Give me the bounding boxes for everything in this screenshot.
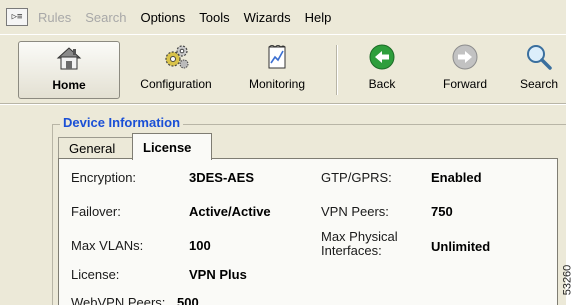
search-button[interactable]: Search [512,41,566,99]
monitoring-button[interactable]: Monitoring [232,41,322,99]
monitoring-label: Monitoring [248,77,306,91]
configuration-button[interactable]: Configuration [130,41,222,99]
tab-license[interactable]: License [132,133,212,160]
back-arrow-icon [368,43,396,71]
max-physical-interfaces-label-line2: Interfaces: [321,243,382,258]
max-physical-interfaces-label-line1: Max Physical [321,229,398,244]
encryption-label: Encryption: [71,170,137,185]
monitor-chart-icon [263,43,291,71]
menu-rules[interactable]: Rules [38,10,71,25]
gears-icon [162,43,190,71]
home-button[interactable]: Home [18,41,120,99]
main-toolbar: Home Configuration Monitoring Back Forwa… [0,34,566,104]
webvpn-peers-value: 500 [177,295,199,305]
tab-general[interactable]: General [58,137,136,159]
max-vlans-value: 100 [189,238,211,253]
gtp-gprs-label: GTP/GPRS: [321,170,392,185]
forward-label: Forward [442,77,487,91]
menu-bar: ▷≡ Rules Search Options Tools Wizards He… [0,0,566,34]
home-label: Home [52,78,86,92]
app-menu-icon[interactable]: ▷≡ [6,8,28,26]
failover-label: Failover: [71,204,121,219]
device-information-title: Device Information [60,115,184,130]
forward-arrow-icon [451,43,479,71]
home-content: Device Information General License Encry… [0,105,566,305]
back-label: Back [368,77,396,91]
vpn-peers-label: VPN Peers: [321,204,389,219]
configuration-label: Configuration [140,77,212,91]
figure-code: 53260 [561,258,579,305]
menu-options[interactable]: Options [140,10,185,25]
magnifier-icon [525,43,553,71]
max-physical-interfaces-value: Unlimited [431,239,491,254]
max-vlans-label: Max VLANs: [71,238,144,253]
license-panel: Encryption: 3DES-AES Failover: Active/Ac… [58,158,558,305]
webvpn-peers-label: WebVPN Peers: [71,295,166,305]
toolbar-separator [336,45,337,95]
failover-value: Active/Active [189,204,271,219]
menu-wizards[interactable]: Wizards [244,10,291,25]
home-icon [55,44,83,72]
license-value: VPN Plus [189,267,247,282]
back-button[interactable]: Back [346,41,418,99]
search-label: Search [519,77,559,91]
forward-button[interactable]: Forward [424,41,506,99]
gtp-gprs-value: Enabled [431,170,482,185]
menu-search[interactable]: Search [85,10,126,25]
encryption-value: 3DES-AES [189,170,255,185]
menu-help[interactable]: Help [305,10,332,25]
vpn-peers-value: 750 [431,204,453,219]
figure-code-text: 53260 [561,264,574,296]
license-label: License: [71,267,120,282]
menu-tools[interactable]: Tools [199,10,229,25]
